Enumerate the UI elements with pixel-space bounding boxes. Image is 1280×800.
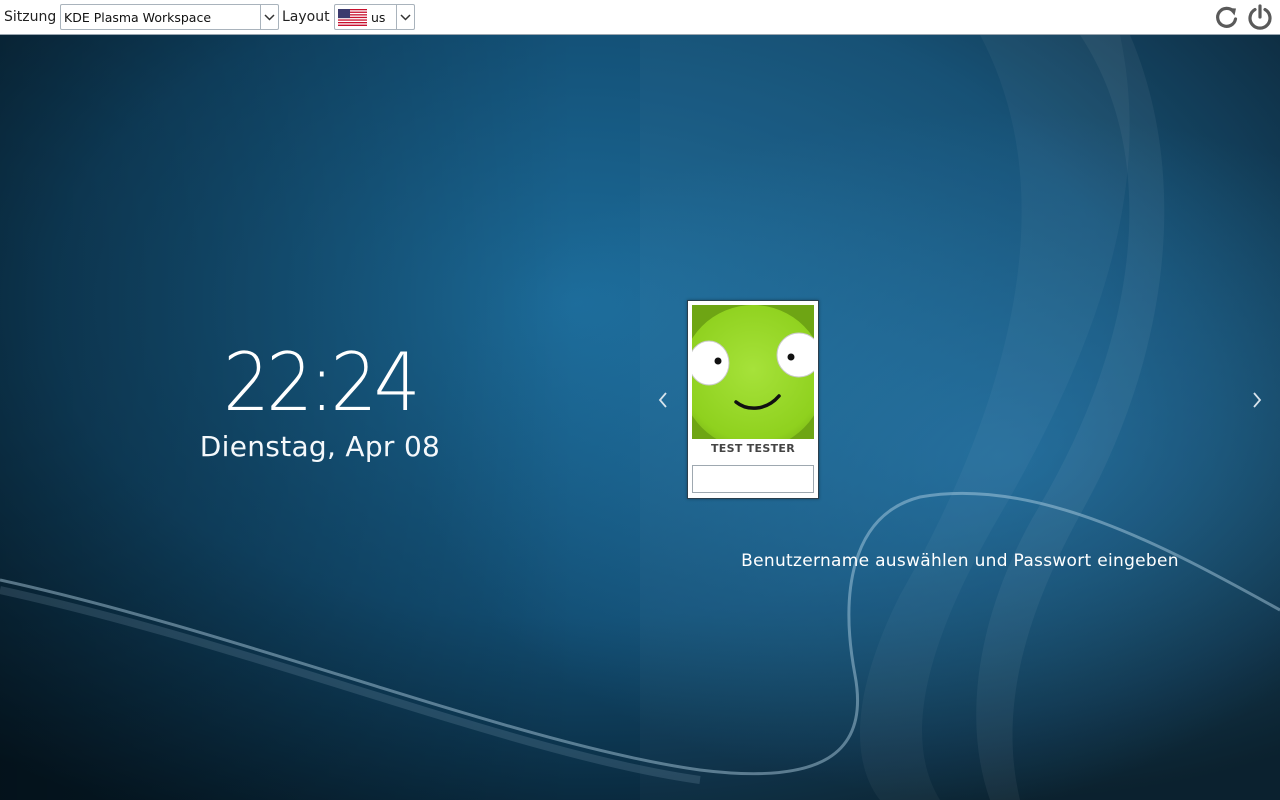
clock-time: 22:24 <box>223 336 420 429</box>
chevron-right-icon[interactable] <box>1249 388 1265 412</box>
chevron-left-icon[interactable] <box>655 388 671 412</box>
user-name: TEST TESTER <box>710 442 795 455</box>
chevron-down-icon[interactable] <box>260 5 278 29</box>
password-input[interactable] <box>692 465 814 493</box>
user-card[interactable]: TEST TESTER <box>687 300 819 499</box>
clock-date: Dienstag, Apr 08 <box>199 430 441 463</box>
chevron-down-icon[interactable] <box>396 5 414 29</box>
top-bar: Sitzung KDE Plasma Workspace Layout us <box>0 0 1280 35</box>
session-value: KDE Plasma Workspace <box>64 10 212 25</box>
power-icon[interactable] <box>1247 4 1273 30</box>
reboot-icon[interactable] <box>1214 4 1240 30</box>
layout-select[interactable]: us <box>334 4 415 30</box>
layout-label: Layout <box>282 9 330 25</box>
us-flag-icon <box>338 9 367 26</box>
login-hint: Benutzername auswählen und Passwort eing… <box>741 551 1179 571</box>
layout-value: us <box>371 10 386 25</box>
avatar[interactable] <box>692 305 814 439</box>
session-label: Sitzung <box>4 9 57 25</box>
session-select[interactable]: KDE Plasma Workspace <box>60 4 279 30</box>
